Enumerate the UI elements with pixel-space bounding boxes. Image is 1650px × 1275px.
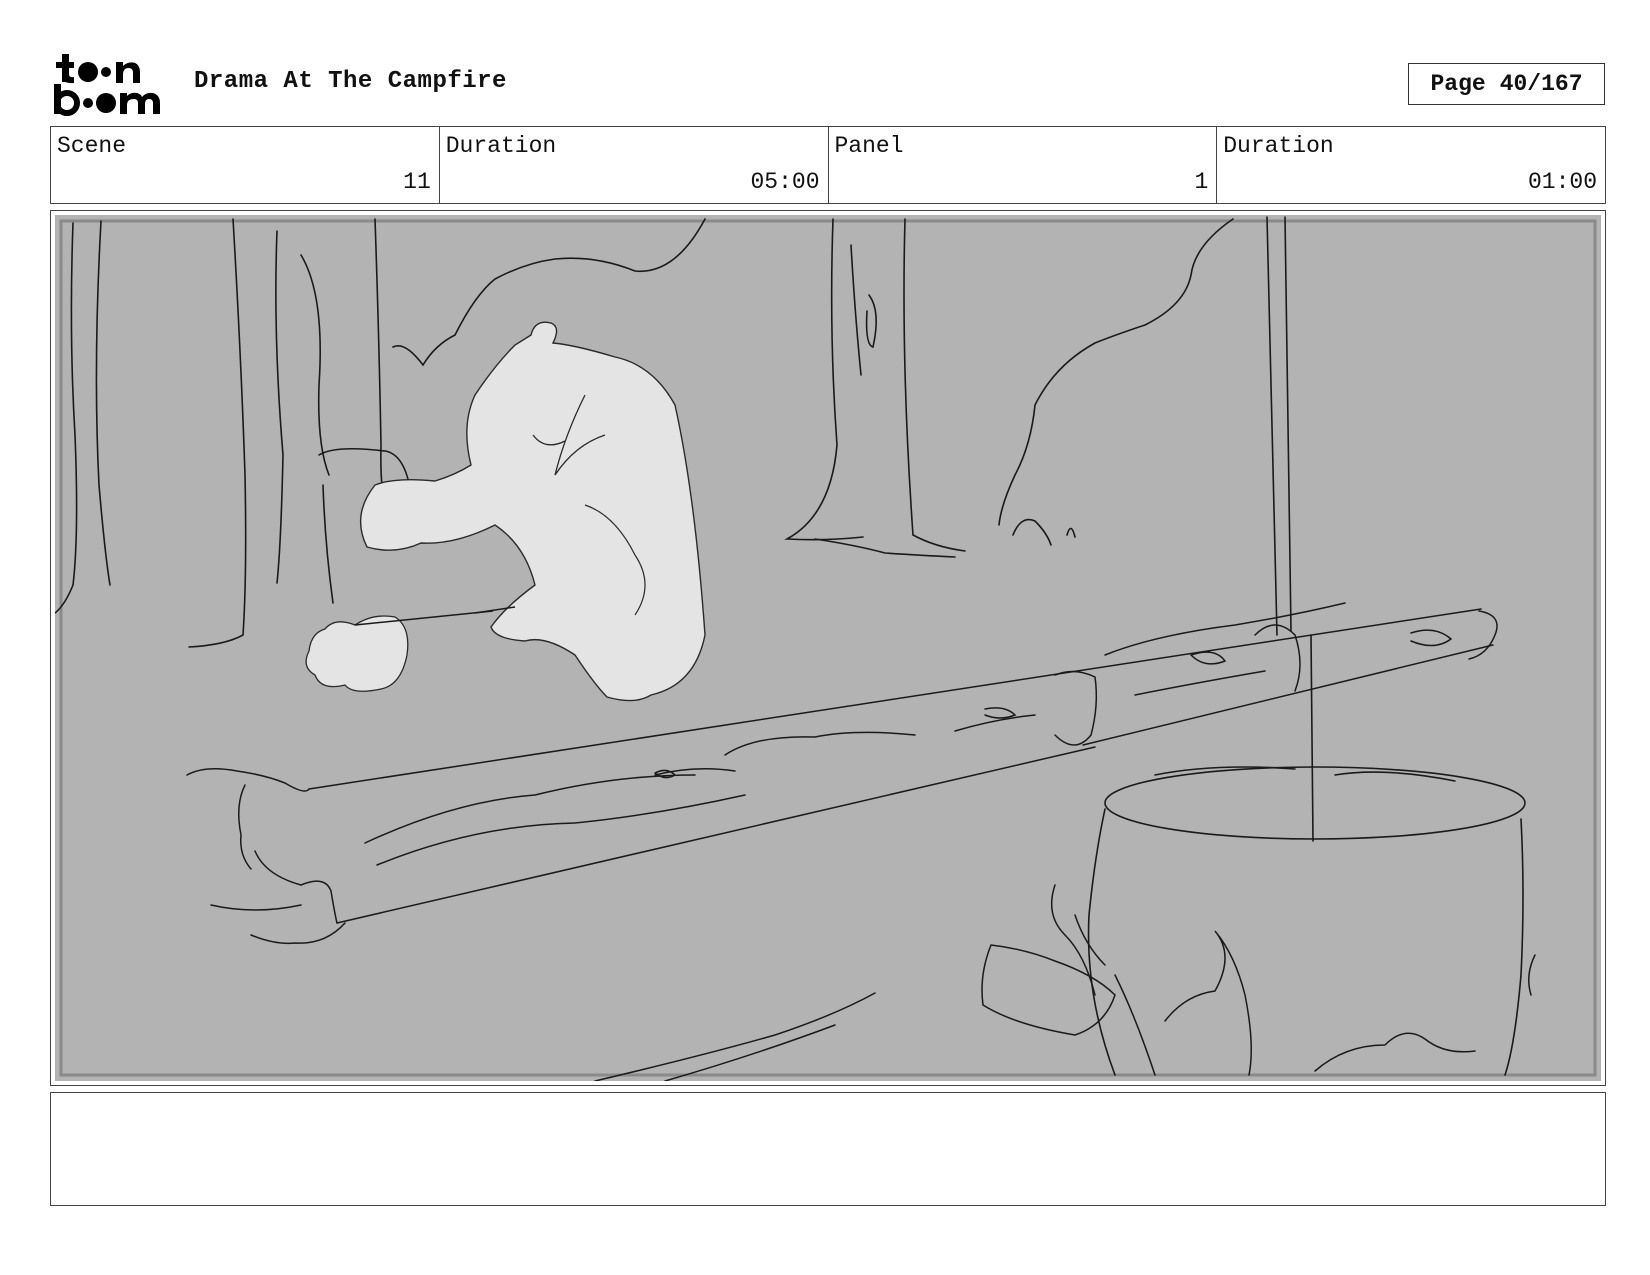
scene-duration-label: Duration <box>445 133 557 159</box>
panel-info-row: Scene 11 Duration 05:00 Panel 1 Duration… <box>50 126 1606 204</box>
storyboard-sketch <box>55 215 1601 1081</box>
panel-duration-value: 01:00 <box>1527 169 1597 195</box>
storyboard-panel <box>50 210 1606 1086</box>
page-label: Page <box>1430 71 1486 97</box>
panel-duration-cell: Duration 01:00 <box>1217 127 1605 203</box>
scene-duration-cell: Duration 05:00 <box>440 127 829 203</box>
panel-notes-box <box>50 1092 1606 1206</box>
scene-value: 11 <box>403 169 431 195</box>
panel-duration-label: Duration <box>1223 133 1334 159</box>
scene-duration-value: 05:00 <box>750 169 820 195</box>
panel-value: 1 <box>1194 169 1209 195</box>
panel-background <box>55 215 1601 1081</box>
panel-label: Panel <box>834 133 904 159</box>
page-indicator: Page 40/167 <box>1408 63 1605 105</box>
panel-cell: Panel 1 <box>829 127 1218 203</box>
scene-cell: Scene 11 <box>51 127 440 203</box>
project-title: Drama At The Campfire <box>194 68 507 95</box>
page-number: 40/167 <box>1499 71 1583 97</box>
scene-label: Scene <box>57 133 127 159</box>
toon-boom-logo-icon <box>54 54 160 116</box>
toon-boom-logo <box>52 52 172 118</box>
